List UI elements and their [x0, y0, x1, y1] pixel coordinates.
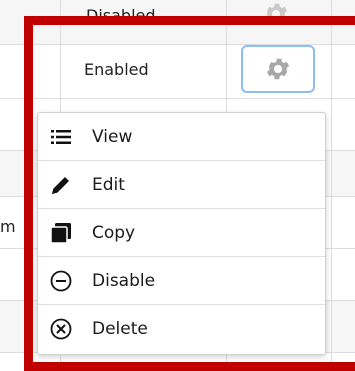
table-row	[0, 0, 355, 44]
menu-item-view[interactable]: View	[38, 113, 325, 161]
gear-icon[interactable]	[262, 0, 290, 28]
column-divider	[331, 0, 332, 371]
partial-cell-text: m	[0, 217, 16, 236]
menu-item-label: Edit	[92, 174, 125, 195]
copy-icon	[50, 222, 72, 244]
row-actions-menu: View Edit Copy Disable Delete	[37, 112, 326, 355]
menu-item-delete[interactable]: Delete	[38, 305, 325, 353]
menu-item-label: Disable	[92, 270, 156, 291]
gear-icon	[266, 58, 290, 80]
list-icon	[50, 126, 72, 148]
menu-item-edit[interactable]: Edit	[38, 161, 325, 209]
menu-item-label: Delete	[92, 319, 148, 339]
pencil-icon	[50, 174, 72, 196]
row-divider	[0, 98, 355, 99]
menu-item-label: Copy	[92, 222, 136, 243]
minus-circle-icon	[50, 270, 72, 292]
row-actions-button[interactable]	[241, 45, 315, 93]
x-circle-icon	[50, 318, 72, 340]
screen: Disabled Enabled m View Edit Copy Disabl…	[0, 0, 355, 371]
menu-item-label: View	[92, 126, 133, 147]
menu-item-disable[interactable]: Disable	[38, 257, 325, 305]
menu-item-copy[interactable]: Copy	[38, 209, 325, 257]
status-cell-enabled: Enabled	[84, 60, 149, 79]
status-cell-disabled: Disabled	[86, 6, 156, 25]
